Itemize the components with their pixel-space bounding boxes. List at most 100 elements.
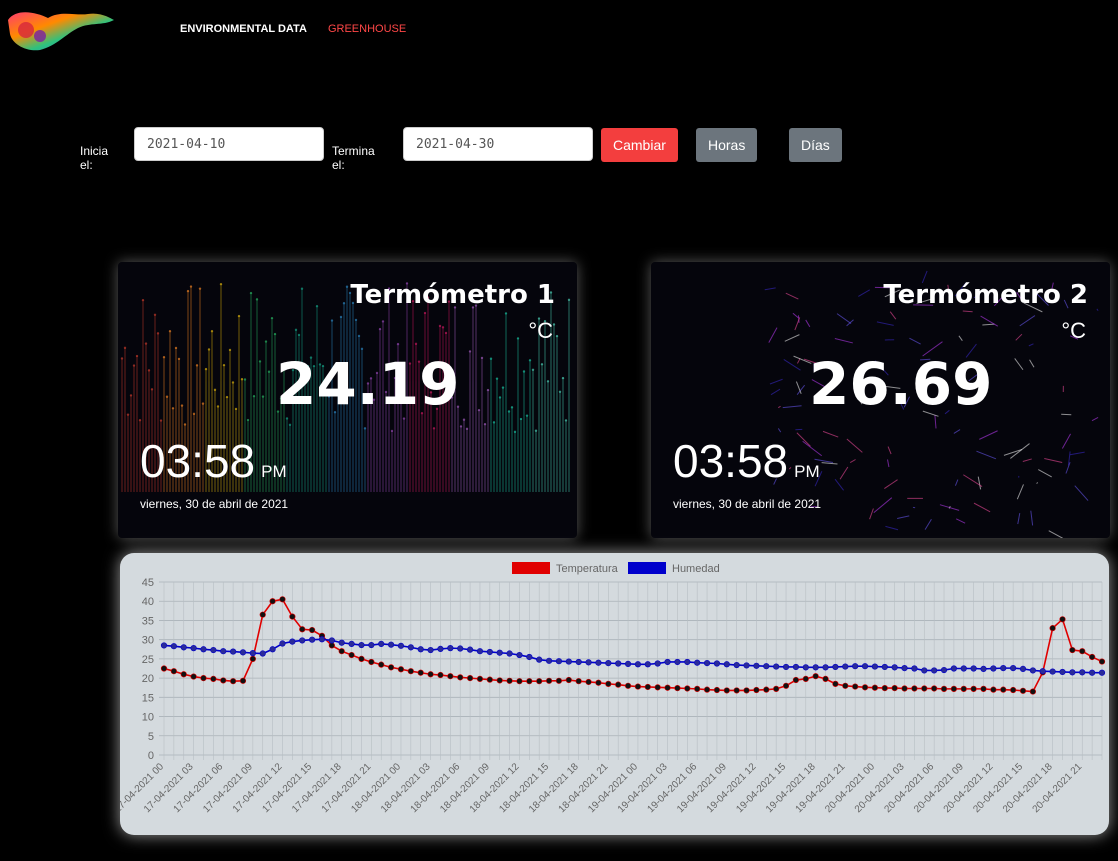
humidity-point[interactable] [1079, 669, 1086, 676]
temperature-point[interactable] [931, 685, 938, 692]
humidity-point[interactable] [812, 664, 819, 671]
temperature-point[interactable] [782, 682, 790, 689]
nav-item-greenhouse[interactable]: GREENHOUSE [328, 23, 406, 35]
humidity-point[interactable] [1039, 668, 1046, 675]
temperature-point[interactable] [417, 669, 424, 676]
temperature-point[interactable] [466, 675, 474, 682]
temperature-point[interactable] [170, 668, 177, 675]
temperature-point[interactable] [664, 684, 671, 691]
start-date-input[interactable] [134, 127, 324, 161]
humidity-point[interactable] [289, 638, 296, 645]
temperature-point[interactable] [773, 685, 780, 692]
temperature-point[interactable] [1010, 686, 1017, 694]
humidity-point[interactable] [832, 663, 839, 671]
humidity-point[interactable] [684, 658, 691, 666]
humidity-point[interactable] [743, 662, 750, 669]
humidity-point[interactable] [605, 660, 612, 667]
humidity-point[interactable] [901, 665, 908, 672]
humidity-point[interactable] [1069, 669, 1076, 676]
temperature-point[interactable] [960, 685, 967, 692]
temperature-point[interactable] [802, 675, 809, 682]
humidity-point[interactable] [970, 665, 977, 672]
humidity-point[interactable] [634, 661, 642, 668]
humidity-point[interactable] [960, 665, 967, 672]
humidity-point[interactable] [871, 663, 879, 670]
temperature-point[interactable] [338, 648, 345, 655]
temperature-point[interactable] [753, 686, 760, 694]
temperature-point[interactable] [1000, 686, 1007, 693]
humidity-point[interactable] [387, 641, 395, 648]
humidity-point[interactable] [753, 662, 760, 669]
temperature-point[interactable] [220, 677, 227, 684]
humidity-point[interactable] [921, 667, 928, 674]
temperature-point[interactable] [565, 676, 572, 684]
humidity-point[interactable] [437, 645, 444, 652]
humidity-point[interactable] [160, 642, 168, 649]
humidity-point[interactable] [200, 646, 207, 653]
temperature-point[interactable] [970, 685, 977, 692]
temperature-point[interactable] [921, 685, 928, 692]
temperature-point[interactable] [239, 677, 247, 684]
temperature-point[interactable] [575, 678, 582, 685]
humidity-point[interactable] [190, 645, 197, 652]
temperature-point[interactable] [506, 677, 513, 684]
temperature-point[interactable] [654, 684, 661, 691]
temperature-point[interactable] [180, 671, 187, 678]
temperature-point[interactable] [792, 676, 800, 684]
temperature-point[interactable] [160, 665, 168, 672]
temperature-point[interactable] [210, 675, 217, 682]
humidity-point[interactable] [842, 663, 849, 670]
temperature-point[interactable] [911, 685, 918, 692]
humidity-point[interactable] [881, 663, 888, 671]
humidity-point[interactable] [1000, 665, 1007, 672]
temperature-point[interactable] [852, 683, 859, 690]
humidity-point[interactable] [1089, 669, 1096, 676]
temperature-point[interactable] [615, 681, 622, 688]
humidity-point[interactable] [931, 667, 938, 674]
humidity-point[interactable] [397, 642, 405, 649]
temperature-point[interactable] [743, 687, 750, 694]
humidity-point[interactable] [466, 646, 474, 653]
temperature-point[interactable] [457, 674, 464, 681]
humidity-point[interactable] [348, 640, 355, 647]
temperature-point[interactable] [397, 666, 405, 673]
humidity-point[interactable] [703, 660, 711, 667]
humidity-point[interactable] [417, 646, 424, 653]
humidity-point[interactable] [358, 641, 365, 649]
humidity-point[interactable] [249, 650, 256, 657]
temperature-point[interactable] [624, 682, 632, 689]
humidity-point[interactable] [694, 659, 701, 666]
temperature-point[interactable] [545, 677, 553, 684]
temperature-point[interactable] [812, 673, 819, 680]
humidity-point[interactable] [713, 660, 721, 667]
humidity-point[interactable] [763, 663, 770, 670]
humidity-point[interactable] [654, 660, 661, 667]
temperature-point[interactable] [861, 684, 869, 691]
humidity-point[interactable] [1010, 665, 1017, 672]
humidity-point[interactable] [861, 663, 869, 670]
humidity-point[interactable] [486, 648, 493, 656]
humidity-point[interactable] [545, 657, 553, 664]
temperature-point[interactable] [279, 596, 286, 603]
hours-button[interactable]: Horas [696, 128, 758, 162]
humidity-point[interactable] [269, 646, 276, 653]
humidity-point[interactable] [338, 639, 345, 646]
humidity-point[interactable] [723, 661, 730, 668]
temperature-point[interactable] [822, 675, 829, 682]
temperature-point[interactable] [249, 655, 256, 662]
humidity-point[interactable] [980, 665, 987, 672]
end-date-input[interactable] [403, 127, 593, 161]
temperature-point[interactable] [585, 678, 592, 686]
temperature-point[interactable] [407, 668, 414, 675]
temperature-point[interactable] [516, 678, 523, 685]
humidity-point[interactable] [496, 649, 503, 656]
temperature-point[interactable] [1019, 687, 1027, 694]
temperature-point[interactable] [733, 687, 740, 694]
humidity-point[interactable] [950, 665, 957, 672]
humidity-point[interactable] [239, 649, 247, 656]
temperature-point[interactable] [871, 684, 879, 691]
temperature-point[interactable] [358, 655, 365, 662]
temperature-point[interactable] [940, 685, 948, 692]
humidity-point[interactable] [506, 650, 513, 657]
temperature-point[interactable] [437, 671, 444, 679]
